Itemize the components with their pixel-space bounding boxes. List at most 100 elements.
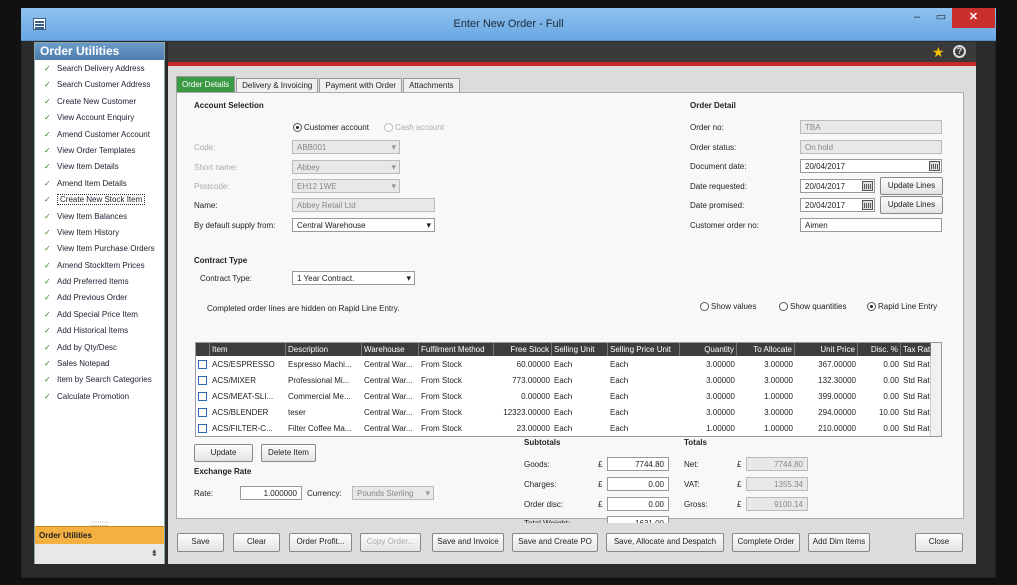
sidebar-item[interactable]: ✓ View Item Details	[35, 159, 164, 175]
grid-cell[interactable]: ACS/BLENDER	[210, 405, 286, 421]
sidebar-item[interactable]: ✓ Add Preferred Items	[35, 274, 164, 290]
grid-cell[interactable]: From Stock	[419, 357, 494, 373]
grid-cell[interactable]: 3.00000	[680, 405, 737, 421]
grid-cell[interactable]: teser	[286, 405, 362, 421]
contract-type-select[interactable]: 1 Year Contract.	[292, 271, 415, 285]
sidebar-item[interactable]: ✓ Add Special Price Item	[35, 307, 164, 323]
grid-cell[interactable]: 3.00000	[737, 405, 795, 421]
order-disc-field[interactable]: 0.00	[607, 497, 669, 511]
sidebar-item[interactable]: ✓ View Item Balances	[35, 209, 164, 225]
row-checkbox[interactable]	[198, 408, 207, 417]
grid-cell[interactable]: ACS/MIXER	[210, 373, 286, 389]
sidebar-item[interactable]: ✓ Item by Search Categories	[35, 372, 164, 388]
grid-cell[interactable]: Central War...	[362, 421, 419, 436]
save-and-create-po-button[interactable]: Save and Create PO	[512, 533, 598, 552]
grid-cell[interactable]: 0.00	[858, 421, 901, 436]
grid-cell[interactable]: Each	[608, 421, 680, 436]
document-date-field[interactable]: 20/04/2017	[800, 159, 942, 173]
calendar-icon[interactable]	[862, 200, 873, 210]
grid-cell[interactable]: Central War...	[362, 373, 419, 389]
calendar-icon[interactable]	[862, 181, 873, 191]
grid-cell[interactable]: 367.00000	[795, 357, 858, 373]
grid-cell[interactable]: 773.00000	[494, 373, 552, 389]
grid-cell[interactable]: Each	[608, 405, 680, 421]
currency-select[interactable]: Pounds Sterling	[352, 486, 434, 500]
delete-item-button[interactable]: Delete Item	[261, 444, 316, 462]
grid-cell[interactable]: 23.00000	[494, 421, 552, 436]
sidebar-item[interactable]: ✓ Amend Customer Account	[35, 127, 164, 143]
grid-column-header[interactable]: To Allocate	[737, 343, 795, 356]
grid-cell[interactable]: 3.00000	[680, 373, 737, 389]
close-button[interactable]: Close	[915, 533, 963, 552]
grid-column-header[interactable]: Selling Unit	[552, 343, 608, 356]
grid-cell[interactable]: Std Rat	[901, 405, 931, 421]
minimize-button[interactable]: –	[904, 8, 930, 28]
grid-cell[interactable]: 10.00	[858, 405, 901, 421]
save-and-invoice-button[interactable]: Save and Invoice	[432, 533, 504, 552]
grid-cell[interactable]: Std Rat	[901, 421, 931, 436]
row-checkbox[interactable]	[198, 360, 207, 369]
sidebar-item[interactable]: ✓ Amend Item Details	[35, 176, 164, 192]
grid-column-header[interactable]: Quantity	[680, 343, 737, 356]
name-field[interactable]: Abbey Retail Ltd	[292, 198, 435, 212]
grid-cell[interactable]: 0.00	[858, 373, 901, 389]
grid-cell[interactable]: 60.00000	[494, 357, 552, 373]
rate-field[interactable]: 1.000000	[240, 486, 302, 500]
tab-attachments[interactable]: Attachments	[403, 78, 460, 92]
chevron-down-icon[interactable]: ⇟	[150, 548, 158, 558]
update-button[interactable]: Update	[194, 444, 253, 462]
rapid-line-entry-radio[interactable]: Rapid Line Entry	[867, 302, 937, 311]
grid-column-header[interactable]: Disc. %	[858, 343, 901, 356]
grid-cell[interactable]: From Stock	[419, 373, 494, 389]
grid-cell[interactable]: Std Rat	[901, 373, 931, 389]
short-name-select[interactable]: Abbey	[292, 160, 400, 174]
grid-cell[interactable]: Espresso Machi...	[286, 357, 362, 373]
copy-order-button[interactable]: Copy Order...	[360, 533, 421, 552]
grid-cell[interactable]: ACS/ESPRESSO	[210, 357, 286, 373]
grid-cell[interactable]: Professional Mi...	[286, 373, 362, 389]
grid-cell[interactable]: Std Rat	[901, 357, 931, 373]
tab-payment-with-order[interactable]: Payment with Order	[319, 78, 403, 92]
grid-cell[interactable]: From Stock	[419, 405, 494, 421]
grid-column-header[interactable]: Unit Price	[795, 343, 858, 356]
favourite-star-icon[interactable]: ★	[932, 44, 945, 61]
grid-cell[interactable]: 0.00	[858, 389, 901, 405]
grid-cell[interactable]: ACS/FILTER-C...	[210, 421, 286, 436]
grid-column-header[interactable]: Item	[210, 343, 286, 356]
sidebar-item[interactable]: ✓ View Item Purchase Orders	[35, 241, 164, 257]
sidebar-item[interactable]: ✓ View Account Enquiry	[35, 110, 164, 126]
customer-order-no-field[interactable]: Aimen	[800, 218, 942, 232]
charges-field[interactable]: 0.00	[607, 477, 669, 491]
grid-cell[interactable]: From Stock	[419, 421, 494, 436]
grid-cell[interactable]: Each	[552, 421, 608, 436]
grid-column-header[interactable]: Selling Price Unit	[608, 343, 680, 356]
grid-cell[interactable]: 294.00000	[795, 405, 858, 421]
cash-account-radio[interactable]: Cash account	[384, 123, 444, 132]
grid-cell[interactable]: 0.00000	[494, 389, 552, 405]
grid-cell[interactable]: 3.00000	[737, 357, 795, 373]
grid-cell[interactable]: 3.00000	[680, 389, 737, 405]
grid-cell[interactable]: Central War...	[362, 389, 419, 405]
grid-column-header[interactable]: Description	[286, 343, 362, 356]
sidebar-item[interactable]: ✓ Create New Stock Item	[35, 192, 164, 208]
maximize-button[interactable]: ▭	[930, 8, 952, 28]
code-select[interactable]: ABB001	[292, 140, 400, 154]
grid-column-header[interactable]: Warehouse	[362, 343, 419, 356]
grid-cell[interactable]: 12323.00000	[494, 405, 552, 421]
grid-column-header[interactable]: Free Stock	[494, 343, 552, 356]
show-values-radio[interactable]: Show values	[700, 302, 756, 311]
complete-order-button[interactable]: Complete Order	[732, 533, 800, 552]
grid-cell[interactable]: Each	[608, 357, 680, 373]
grid-scrollbar[interactable]	[930, 343, 941, 436]
grid-column-header[interactable]: Tax Rat	[901, 343, 931, 356]
grid-cell[interactable]: Central War...	[362, 405, 419, 421]
grid-cell[interactable]: Each	[552, 405, 608, 421]
sidebar-item[interactable]: ✓ Add by Qty/Desc	[35, 340, 164, 356]
sidebar-footer-label[interactable]: Order Utilities	[35, 526, 164, 544]
row-checkbox[interactable]	[198, 424, 207, 433]
update-lines-requested-button[interactable]: Update Lines	[880, 177, 943, 195]
grid-cell[interactable]: ACS/MEAT-SLI...	[210, 389, 286, 405]
grid-cell[interactable]: Each	[552, 373, 608, 389]
postcode-select[interactable]: EH12 1WE	[292, 179, 400, 193]
grid-cell[interactable]: 0.00	[858, 357, 901, 373]
